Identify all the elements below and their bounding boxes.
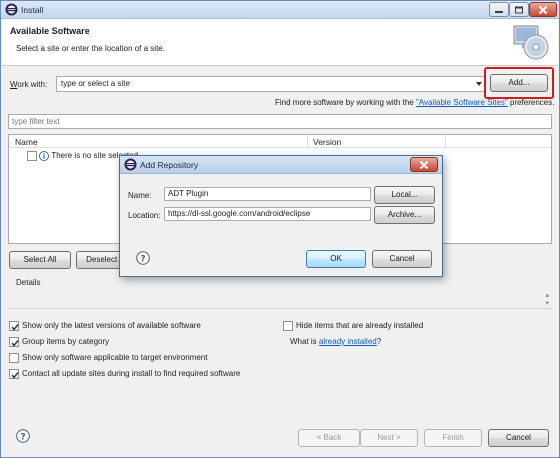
- maximize-button[interactable]: [509, 2, 529, 17]
- work-with-value: type or select a site: [61, 79, 130, 88]
- option-contact-update-sites[interactable]: Contact all update sites during install …: [9, 369, 240, 379]
- back-button[interactable]: < Back: [298, 429, 360, 447]
- page-title: Available Software: [10, 26, 90, 36]
- page-subtitle: Select a site or enter the location of a…: [16, 44, 165, 53]
- dialog-help-icon[interactable]: ?: [136, 251, 150, 267]
- name-input[interactable]: ADT Plugin: [164, 187, 371, 201]
- already-installed-link[interactable]: already installed: [319, 337, 377, 346]
- available-software-sites-link[interactable]: "Available Software Sites": [416, 98, 508, 107]
- cancel-button[interactable]: Cancel: [488, 429, 549, 447]
- what-is-installed-text: What is already installed?: [290, 337, 382, 346]
- minimize-icon: [495, 10, 503, 13]
- minimize-button[interactable]: [489, 2, 509, 17]
- info-icon: [39, 151, 50, 161]
- checkmark-icon: [11, 372, 19, 379]
- select-all-button[interactable]: Select All: [9, 251, 71, 269]
- maximize-icon: [515, 6, 523, 13]
- add-repository-dialog: Add Repository Name: ADT Plugin Local...…: [119, 155, 443, 277]
- name-label: Name:: [128, 191, 152, 200]
- option-hide-installed[interactable]: Hide items that are already installed: [283, 321, 423, 331]
- find-more-text: Find more software by working with the "…: [275, 98, 555, 107]
- group-by-category-checkbox[interactable]: [9, 337, 19, 347]
- archive-button[interactable]: Archive...: [374, 206, 435, 224]
- local-button[interactable]: Local...: [374, 186, 435, 204]
- table-header: Name Version: [9, 135, 551, 148]
- filter-input[interactable]: type filter text: [8, 114, 552, 129]
- install-window: Install Available Software Select a site…: [0, 0, 560, 458]
- dialog-cancel-button[interactable]: Cancel: [372, 250, 432, 268]
- checkmark-icon: [11, 324, 19, 331]
- row-checkbox[interactable]: [27, 151, 37, 161]
- chevron-down-icon: [476, 82, 482, 86]
- eclipse-app-icon: [5, 3, 18, 18]
- add-site-button[interactable]: Add...: [490, 74, 548, 92]
- close-button[interactable]: [529, 2, 557, 17]
- column-header-version[interactable]: Version: [313, 137, 341, 147]
- details-area: ▴ ▾: [8, 288, 552, 309]
- option-applicable-target[interactable]: Show only software applicable to target …: [9, 353, 207, 363]
- applicable-target-checkbox[interactable]: [9, 353, 19, 363]
- next-button[interactable]: Next >: [360, 429, 418, 447]
- contact-update-sites-checkbox[interactable]: [9, 369, 19, 379]
- location-label: Location:: [128, 211, 161, 220]
- install-cd-icon: [510, 22, 550, 64]
- ok-button[interactable]: OK: [306, 250, 366, 268]
- details-scroll-icon[interactable]: ▴ ▾: [545, 291, 549, 307]
- checkmark-icon: [11, 340, 19, 347]
- title-bar[interactable]: Install: [1, 1, 559, 19]
- option-group-by-category[interactable]: Group items by category: [9, 337, 109, 347]
- close-icon: [419, 160, 429, 169]
- header-banner: Available Software Select a site or ente…: [2, 19, 558, 66]
- dialog-title: Add Repository: [140, 160, 199, 170]
- finish-button[interactable]: Finish: [424, 429, 482, 447]
- details-label: Details: [16, 278, 41, 287]
- column-header-name[interactable]: Name: [15, 137, 38, 147]
- option-latest-versions[interactable]: Show only the latest versions of availab…: [9, 321, 201, 331]
- location-input[interactable]: https://dl-ssl.google.com/android/eclips…: [164, 207, 371, 221]
- window-title: Install: [21, 5, 44, 15]
- svg-text:?: ?: [140, 255, 145, 265]
- latest-versions-checkbox[interactable]: [9, 321, 19, 331]
- dialog-title-bar[interactable]: Add Repository: [120, 156, 442, 174]
- close-icon: [538, 5, 548, 14]
- svg-text:?: ?: [20, 433, 25, 443]
- work-with-label: Work with:: [10, 80, 48, 89]
- dialog-close-button[interactable]: [410, 157, 438, 172]
- help-icon[interactable]: ?: [16, 429, 30, 445]
- hide-installed-checkbox[interactable]: [283, 321, 293, 331]
- eclipse-app-icon: [124, 158, 137, 173]
- work-with-combo[interactable]: type or select a site: [56, 76, 486, 92]
